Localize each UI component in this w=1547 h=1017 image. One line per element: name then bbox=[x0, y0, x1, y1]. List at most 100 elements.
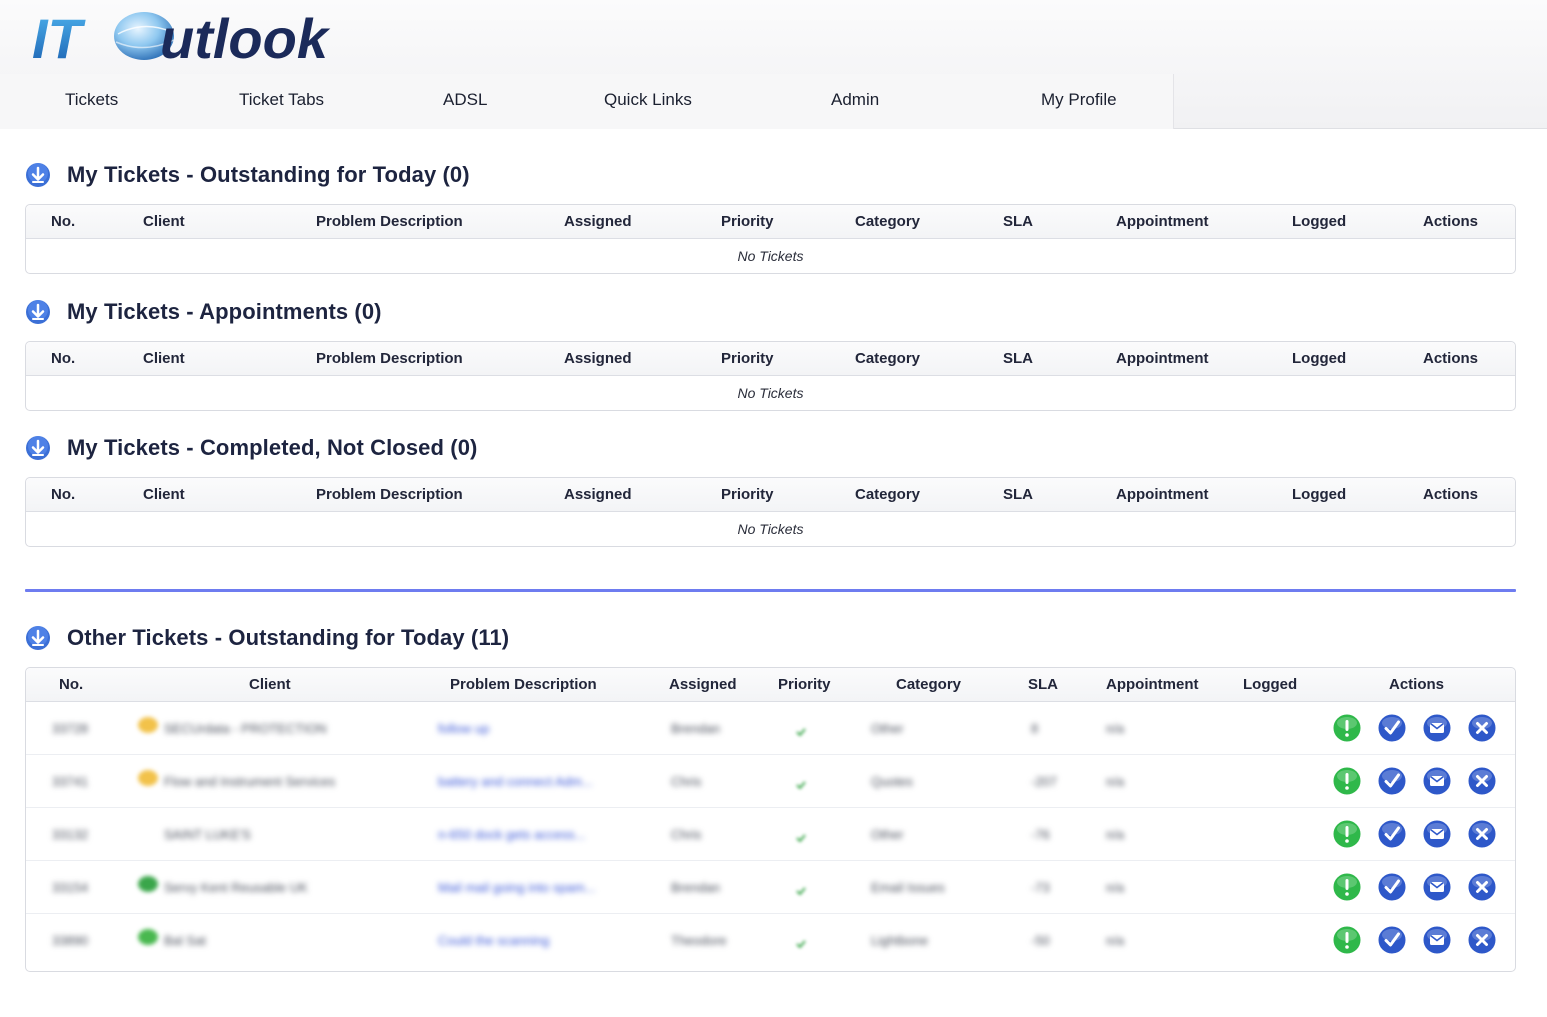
category: Email Issues bbox=[871, 880, 945, 895]
table-row[interactable]: 33741 Flow and Instrument Services battery… bbox=[26, 755, 1515, 808]
nav-admin[interactable]: Admin bbox=[831, 74, 879, 129]
complete-button[interactable]: complete-check-icon bbox=[1377, 925, 1407, 955]
escalate-button[interactable]: escalate-icon bbox=[1332, 819, 1362, 849]
close-button[interactable]: close-x-icon bbox=[1467, 713, 1497, 743]
col-sla[interactable]: SLA bbox=[1003, 342, 1033, 375]
col-problem-description[interactable]: Problem Description bbox=[316, 205, 463, 238]
client-status-icon bbox=[138, 770, 158, 786]
col-appointment[interactable]: Appointment bbox=[1116, 205, 1208, 238]
col-logged[interactable]: Logged bbox=[1243, 668, 1297, 701]
section-other-outstanding-header[interactable]: Other Tickets - Outstanding for Today (1… bbox=[25, 623, 509, 653]
col-no[interactable]: No. bbox=[51, 478, 75, 511]
email-button[interactable]: email-icon bbox=[1422, 766, 1452, 796]
col-sla[interactable]: SLA bbox=[1003, 205, 1033, 238]
escalate-button[interactable]: escalate-icon bbox=[1332, 872, 1362, 902]
email-button[interactable]: email-icon bbox=[1422, 819, 1452, 849]
escalate-button[interactable]: escalate-icon bbox=[1332, 766, 1362, 796]
col-priority[interactable]: Priority bbox=[721, 342, 774, 375]
col-client[interactable]: Client bbox=[249, 668, 291, 701]
section-title: Other Tickets - Outstanding for Today (1… bbox=[67, 625, 510, 650]
col-appointment[interactable]: Appointment bbox=[1116, 342, 1208, 375]
nav-my-profile[interactable]: My Profile bbox=[1041, 74, 1117, 129]
email-button[interactable]: email-icon bbox=[1422, 713, 1452, 743]
col-appointment[interactable]: Appointment bbox=[1116, 478, 1208, 511]
col-category[interactable]: Category bbox=[855, 205, 920, 238]
col-category[interactable]: Category bbox=[855, 478, 920, 511]
col-problem-description[interactable]: Problem Description bbox=[316, 342, 463, 375]
email-button[interactable]: email-icon bbox=[1422, 925, 1452, 955]
section-my-outstanding-header[interactable]: My Tickets - Outstanding for Today (0) bbox=[25, 160, 470, 190]
col-sla[interactable]: SLA bbox=[1028, 668, 1058, 701]
col-logged[interactable]: Logged bbox=[1292, 478, 1346, 511]
complete-button[interactable]: complete-check-icon bbox=[1377, 766, 1407, 796]
col-assigned[interactable]: Assigned bbox=[564, 342, 632, 375]
col-client[interactable]: Client bbox=[143, 478, 185, 511]
col-priority[interactable]: Priority bbox=[721, 478, 774, 511]
email-button[interactable]: email-icon bbox=[1422, 872, 1452, 902]
col-logged[interactable]: Logged bbox=[1292, 205, 1346, 238]
section-my-completed-header[interactable]: My Tickets - Completed, Not Closed (0) bbox=[25, 433, 477, 463]
ticket-number[interactable]: 33154 bbox=[52, 861, 88, 914]
problem-description-link[interactable]: Could the scanning bbox=[438, 914, 549, 967]
col-assigned[interactable]: Assigned bbox=[564, 205, 632, 238]
section-title: My Tickets - Appointments (0) bbox=[67, 299, 382, 324]
col-client[interactable]: Client bbox=[143, 342, 185, 375]
close-button[interactable]: close-x-icon bbox=[1467, 872, 1497, 902]
ticket-number[interactable]: 33741 bbox=[52, 755, 88, 808]
download-arrow-icon[interactable] bbox=[25, 162, 51, 188]
my-appointments-table: No. Client Problem Description Assigned … bbox=[25, 341, 1516, 411]
section-divider bbox=[25, 589, 1516, 592]
col-no[interactable]: No. bbox=[51, 342, 75, 375]
close-button[interactable]: close-x-icon bbox=[1467, 925, 1497, 955]
col-assigned[interactable]: Assigned bbox=[669, 668, 737, 701]
client-name: Bal Sat bbox=[164, 933, 206, 948]
main-nav: Tickets Ticket Tabs ADSL Quick Links Adm… bbox=[0, 74, 1174, 129]
col-appointment[interactable]: Appointment bbox=[1106, 668, 1198, 701]
table-row[interactable]: 33728 SECUrdata - PROTECTION follow up Bren… bbox=[26, 702, 1515, 755]
escalate-button[interactable]: escalate-icon bbox=[1332, 713, 1362, 743]
col-priority[interactable]: Priority bbox=[778, 668, 831, 701]
close-button[interactable]: close-x-icon bbox=[1467, 766, 1497, 796]
ticket-number[interactable]: 33132 bbox=[52, 808, 88, 861]
table-row[interactable]: 33154 Servy Kent Reusable UK Mail mail goi… bbox=[26, 861, 1515, 914]
col-sla[interactable]: SLA bbox=[1003, 478, 1033, 511]
col-no[interactable]: No. bbox=[51, 205, 75, 238]
problem-description-link[interactable]: follow up bbox=[438, 702, 489, 755]
nav-ticket-tabs[interactable]: Ticket Tabs bbox=[239, 74, 324, 129]
escalate-button[interactable]: escalate-icon bbox=[1332, 925, 1362, 955]
it-outlook-logo[interactable]: IT utlook bbox=[32, 6, 402, 66]
nav-quick-links[interactable]: Quick Links bbox=[604, 74, 692, 129]
table-row[interactable]: 33890 Bal Sat Could the scanning Theodore Li… bbox=[26, 914, 1515, 967]
priority-low-icon bbox=[796, 781, 806, 789]
col-problem-description[interactable]: Problem Description bbox=[316, 478, 463, 511]
nav-adsl[interactable]: ADSL bbox=[443, 74, 487, 129]
empty-message: No Tickets bbox=[737, 521, 804, 537]
ticket-number[interactable]: 33890 bbox=[52, 914, 88, 967]
download-arrow-icon[interactable] bbox=[25, 435, 51, 461]
appointment-value: n/a bbox=[1106, 933, 1125, 948]
col-client[interactable]: Client bbox=[143, 205, 185, 238]
table-header: No. Client Problem Description Assigned … bbox=[26, 668, 1515, 702]
col-logged[interactable]: Logged bbox=[1292, 342, 1346, 375]
priority-low-icon bbox=[796, 887, 806, 895]
problem-description-link[interactable]: Mail mail going into spam... bbox=[438, 861, 596, 914]
complete-button[interactable]: complete-check-icon bbox=[1377, 819, 1407, 849]
table-row[interactable]: 33132 SAINT LUKE'S n-650 dock gets access.… bbox=[26, 808, 1515, 861]
complete-button[interactable]: complete-check-icon bbox=[1377, 872, 1407, 902]
close-button[interactable]: close-x-icon bbox=[1467, 819, 1497, 849]
col-category[interactable]: Category bbox=[896, 668, 961, 701]
problem-description-link[interactable]: n-650 dock gets access... bbox=[438, 808, 585, 861]
section-my-appointments-header[interactable]: My Tickets - Appointments (0) bbox=[25, 297, 382, 327]
problem-description-link[interactable]: battery and connect Adm... bbox=[438, 755, 593, 808]
assigned-to: Brendan bbox=[671, 721, 721, 736]
col-assigned[interactable]: Assigned bbox=[564, 478, 632, 511]
complete-button[interactable]: complete-check-icon bbox=[1377, 713, 1407, 743]
col-priority[interactable]: Priority bbox=[721, 205, 774, 238]
download-arrow-icon[interactable] bbox=[25, 299, 51, 325]
ticket-number[interactable]: 33728 bbox=[52, 702, 88, 755]
col-no[interactable]: No. bbox=[59, 668, 83, 701]
nav-tickets[interactable]: Tickets bbox=[65, 74, 118, 129]
col-problem-description[interactable]: Problem Description bbox=[450, 668, 597, 701]
col-category[interactable]: Category bbox=[855, 342, 920, 375]
download-arrow-icon[interactable] bbox=[25, 625, 51, 651]
